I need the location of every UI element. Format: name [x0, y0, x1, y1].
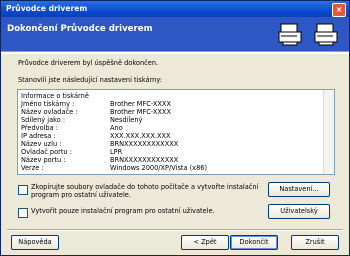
- setting-label: Verze :: [21, 164, 44, 172]
- footer-divider: [7, 229, 343, 231]
- finish-button[interactable]: Dokončit: [230, 235, 278, 250]
- close-button[interactable]: ×: [332, 3, 346, 17]
- back-button[interactable]: < Zpět: [181, 235, 229, 250]
- printer-icon: [278, 23, 302, 46]
- setting-label: Název ovladače :: [21, 108, 78, 116]
- list-item: Předvolba : Ano: [21, 124, 321, 132]
- settings-intro: Stanovili jste následující nastavení tis…: [18, 76, 163, 84]
- installer-only-checkbox[interactable]: [18, 208, 28, 218]
- window-title: Průvodce driverem: [6, 4, 88, 13]
- setting-value: Brother MFC-XXXX: [110, 108, 171, 116]
- setting-value: Nesdílený: [110, 116, 143, 124]
- title-bar[interactable]: Průvodce driverem ×: [1, 1, 349, 17]
- user-button[interactable]: Uživatelský: [268, 204, 330, 219]
- success-message: Průvodce driverem byl úspěšně dokončen.: [18, 59, 159, 67]
- printer-settings-list[interactable]: Informace o tiskárně Jméno tiskárny : Br…: [17, 89, 335, 175]
- setting-value: XXX.XXX.XXX.XXX: [110, 132, 171, 140]
- page-title: Dokončení Průvodce driverem: [7, 24, 153, 34]
- setting-value: LPR: [110, 148, 123, 156]
- wizard-header: Dokončení Průvodce driverem: [1, 17, 349, 51]
- help-button[interactable]: Nápověda: [11, 235, 59, 250]
- setting-value: BRNXXXXXXXXXXXX: [110, 156, 179, 164]
- setting-label: Ovladač portu :: [21, 148, 72, 156]
- list-item: IP adresa : XXX.XXX.XXX.XXX: [21, 132, 321, 140]
- list-item: Název uzlu : BRNXXXXXXXXXXXX: [21, 140, 321, 148]
- setting-label: Jméno tiskárny :: [21, 100, 75, 108]
- header-divider: [1, 51, 349, 54]
- cancel-button[interactable]: Zrušit: [291, 235, 339, 250]
- setting-label: Název uzlu :: [21, 140, 62, 148]
- setting-label: Název portu :: [21, 156, 66, 164]
- setting-label: Předvolba :: [21, 124, 58, 132]
- settings-button[interactable]: Nastavení...: [268, 182, 330, 197]
- list-item: Název portu : BRNXXXXXXXXXXXX: [21, 156, 321, 164]
- installer-only-label: Vytvořit pouze instalační program pro os…: [31, 207, 215, 215]
- driver-wizard-window: Průvodce driverem × Dokončení Průvodce d…: [0, 0, 350, 256]
- list-item: Sdílený jako : Nesdílený: [21, 116, 321, 124]
- list-item: Jméno tiskárny : Brother MFC-XXXX: [21, 100, 321, 108]
- setting-value: Windows 2000/XP/Vista (x86): [110, 164, 208, 172]
- copy-driver-files-checkbox[interactable]: [18, 185, 28, 195]
- setting-value: Ano: [110, 124, 123, 132]
- list-scrollbar[interactable]: [323, 90, 334, 174]
- setting-value: Brother MFC-XXXX: [110, 100, 171, 108]
- copy-driver-files-label-line2: program pro ostatní uživatele.: [31, 191, 131, 199]
- setting-label: IP adresa :: [21, 132, 56, 140]
- setting-label: Sdílený jako :: [21, 116, 66, 124]
- list-item: Ovladač portu : LPR: [21, 148, 321, 156]
- list-item: Verze : Windows 2000/XP/Vista (x86): [21, 164, 321, 172]
- setting-value: BRNXXXXXXXXXXXX: [110, 140, 179, 148]
- printer-info-heading: Informace o tiskárně: [21, 92, 89, 100]
- list-item: Název ovladače : Brother MFC-XXXX: [21, 108, 321, 116]
- copy-driver-files-label: Zkopírujte soubory ovladače do tohoto po…: [31, 183, 259, 191]
- printer-icon: [314, 23, 338, 46]
